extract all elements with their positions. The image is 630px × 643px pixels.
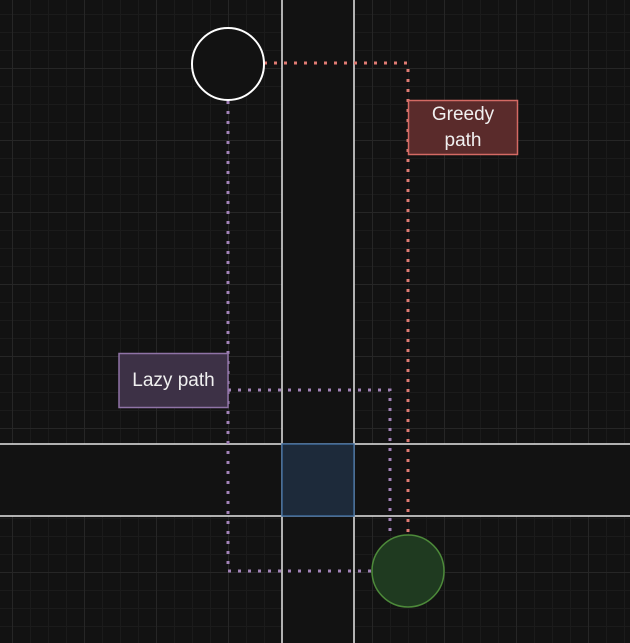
greedy-path-label-container: Greedy path	[408, 100, 518, 155]
diagram-drawing	[0, 0, 630, 643]
greedy-path-label: Greedy path	[431, 103, 495, 151]
lazy-path-label-container: Lazy path	[119, 353, 228, 408]
vertical-road	[282, 0, 354, 643]
diagram-canvas: Greedy path Lazy path	[0, 0, 630, 643]
start-circle	[191, 27, 265, 101]
lazy-path-label: Lazy path	[132, 369, 215, 391]
intersection-square	[281, 443, 355, 517]
goal-circle	[371, 534, 445, 608]
